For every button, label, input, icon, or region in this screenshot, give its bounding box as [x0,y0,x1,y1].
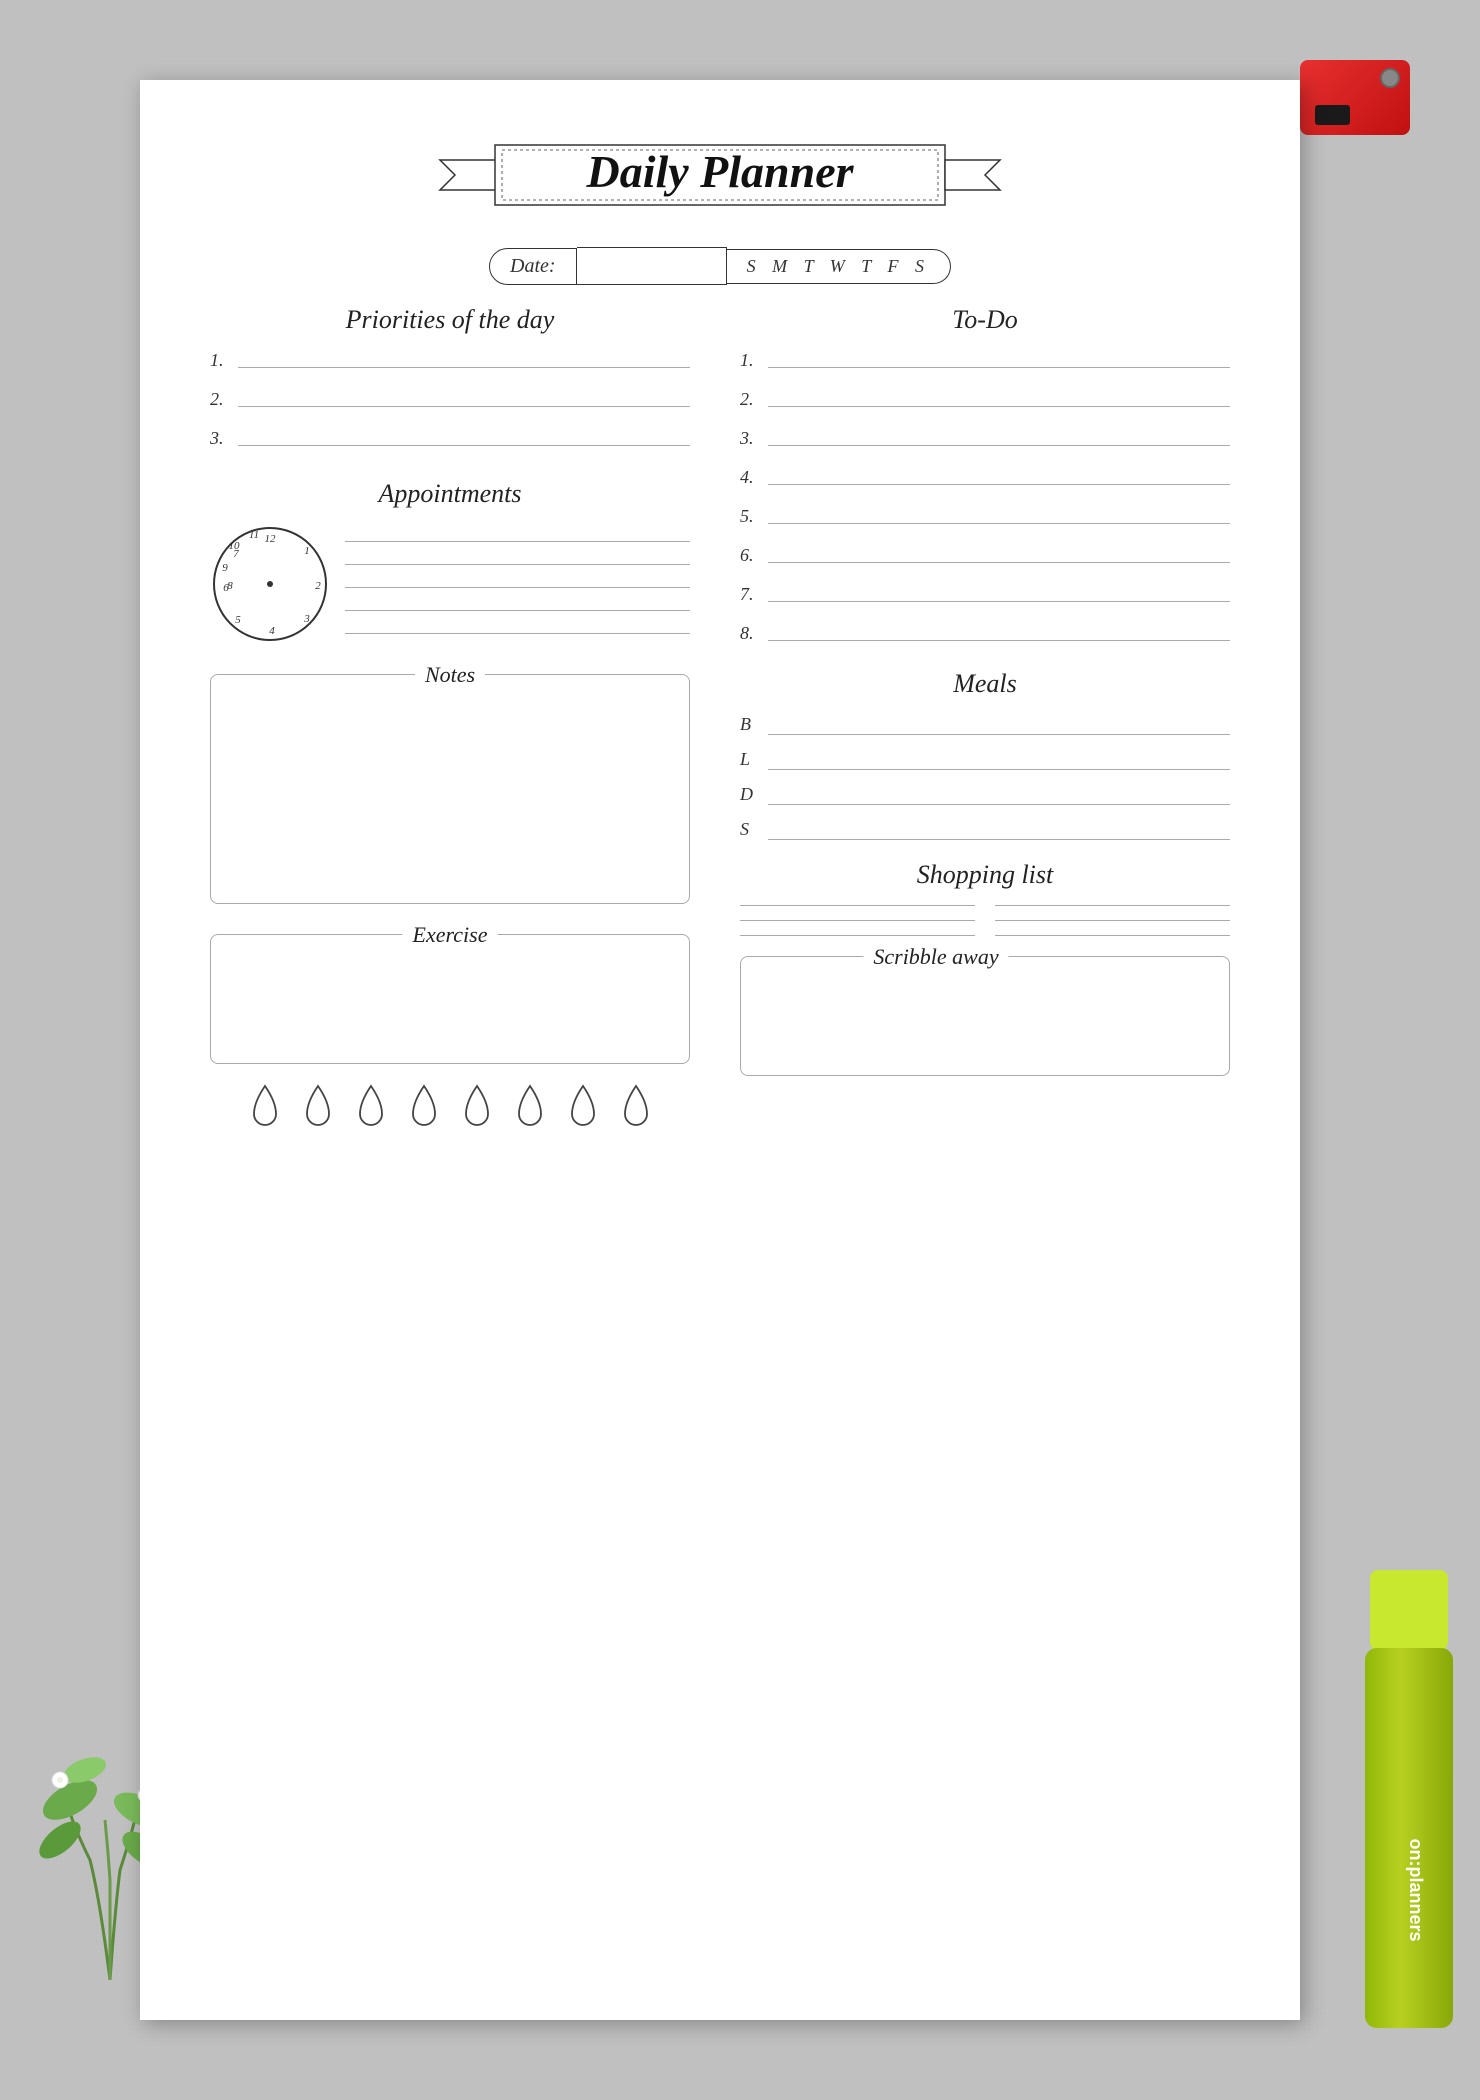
appt-line-1 [345,541,690,542]
svg-text:8: 8 [227,580,233,592]
shopping-grid [740,905,1230,936]
todo-title: To-Do [740,305,1230,335]
notes-section: Notes [210,674,690,904]
scribble-section: Scribble away [740,956,1230,1076]
appointments-title: Appointments [210,479,690,509]
scribble-title: Scribble away [863,944,1008,970]
water-drop-6 [511,1084,549,1134]
todo-item-1: 1. [740,350,1230,371]
svg-text:2: 2 [315,580,321,592]
days-box: S M T W T F S [727,249,951,284]
svg-text:3: 3 [303,613,310,625]
todo-item-5: 5. [740,506,1230,527]
sharpener-decoration [1300,60,1420,160]
notes-title: Notes [415,662,485,688]
meal-lunch: L [740,749,1230,770]
water-drops [210,1084,690,1134]
priority-item-1: 1. [210,350,690,371]
appointments-row: 12 1 2 3 4 5 6 7 8 9 10 11 [210,524,690,644]
water-drop-2 [299,1084,337,1134]
svg-text:12: 12 [265,533,277,545]
shopping-line-2 [995,905,1230,906]
svg-text:on:planners: on:planners [1406,1838,1426,1941]
water-drop-3 [352,1084,390,1134]
appt-line-5 [345,633,690,634]
scribble-box-wrapper: Scribble away [740,956,1230,1076]
todo-item-6: 6. [740,545,1230,566]
shopping-line-6 [995,935,1230,936]
header: Daily Planner Date: S M T W T F S [210,130,1230,285]
notes-box[interactable] [210,674,690,904]
shopping-line-4 [995,920,1230,921]
exercise-title: Exercise [403,922,498,948]
meals-title: Meals [740,669,1230,699]
svg-text:Daily Planner: Daily Planner [585,146,854,197]
water-drop-7 [564,1084,602,1134]
priorities-title: Priorities of the day [210,305,690,335]
clock-svg: 12 1 2 3 4 5 6 7 8 9 10 11 [210,524,330,644]
notes-box-wrapper: Notes [210,674,690,904]
svg-text:4: 4 [269,625,275,637]
priorities-section: Priorities of the day 1. 2. 3. [210,305,690,449]
appt-line-4 [345,610,690,611]
shopping-line-5 [740,935,975,936]
svg-text:9: 9 [222,562,228,574]
scribble-box[interactable] [740,956,1230,1076]
todo-item-8: 8. [740,623,1230,644]
meals-section: Meals B L D S [740,669,1230,840]
todo-item-3: 3. [740,428,1230,449]
priority-item-2: 2. [210,389,690,410]
appt-line-2 [345,564,690,565]
appointment-lines [345,541,690,644]
right-column: To-Do 1. 2. 3. 4. 5. [740,305,1230,1134]
highlighter-decoration: on:planners [1360,1570,1460,2050]
meal-dinner: D [740,784,1230,805]
left-column: Priorities of the day 1. 2. 3. Appointme… [210,305,690,1134]
date-label: Date: [489,248,577,285]
appointments-section: Appointments 12 1 2 3 4 5 6 [210,479,690,644]
meal-breakfast: B [740,714,1230,735]
shopping-title: Shopping list [740,860,1230,890]
exercise-section: Exercise [210,934,690,1064]
exercise-box-wrapper: Exercise [210,934,690,1064]
date-row: Date: S M T W T F S [210,247,1230,285]
banner-svg: Daily Planner [420,130,1020,220]
water-drop-4 [405,1084,443,1134]
meal-snack: S [740,819,1230,840]
shopping-line-3 [740,920,975,921]
todo-section: To-Do 1. 2. 3. 4. 5. [740,305,1230,644]
appt-line-3 [345,587,690,588]
svg-text:10: 10 [229,540,241,552]
svg-text:11: 11 [249,529,259,541]
water-drop-1 [246,1084,284,1134]
svg-text:5: 5 [235,614,241,626]
shopping-line-1 [740,905,975,906]
clock-container: 12 1 2 3 4 5 6 7 8 9 10 11 [210,524,330,644]
paper: Daily Planner Date: S M T W T F S Priori… [140,80,1300,2020]
water-drop-8 [617,1084,655,1134]
todo-item-7: 7. [740,584,1230,605]
svg-text:1: 1 [304,545,310,557]
exercise-box[interactable] [210,934,690,1064]
todo-item-4: 4. [740,467,1230,488]
todo-item-2: 2. [740,389,1230,410]
two-col-layout: Priorities of the day 1. 2. 3. Appointme… [210,305,1230,1134]
water-drop-5 [458,1084,496,1134]
shopping-section: Shopping list [740,860,1230,936]
priority-item-3: 3. [210,428,690,449]
